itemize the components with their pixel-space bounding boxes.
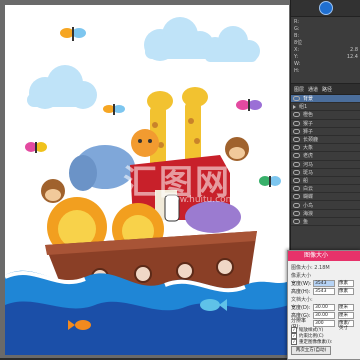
info-row: G:	[294, 26, 300, 32]
info-row: H:	[294, 68, 300, 74]
eye-icon[interactable]	[293, 210, 300, 216]
tab-paths[interactable]: 路径	[322, 86, 332, 93]
layer-row[interactable]: 狮子	[291, 128, 360, 136]
eye-icon[interactable]	[293, 186, 300, 192]
layer-row[interactable]: 大象	[291, 144, 360, 153]
doc-width-label: 宽度(D):	[291, 304, 311, 311]
dialog-body: 图像大小: 2.18M 像素大小 宽度(W): 3543 像素 高度(H): 3…	[288, 261, 360, 357]
doc-height-input[interactable]: 30.00	[313, 311, 335, 319]
resample-checkbox[interactable]: ✓ 重定图像像素(I):	[291, 339, 358, 345]
tiger	[131, 129, 159, 157]
tab-layers[interactable]: 图层	[294, 86, 304, 93]
height-row: 高度(H): 3543 像素	[291, 287, 358, 295]
butterfly-mid-left	[103, 104, 125, 115]
document-canvas-area[interactable]: 汇图网 www.huitu.com	[0, 0, 290, 358]
butterfly-right	[236, 99, 262, 111]
pixel-section-label: 像素大小	[291, 273, 312, 279]
layer-row[interactable]: 斑马	[291, 169, 360, 177]
resolution-unit-select[interactable]: 像素/英寸	[338, 319, 354, 331]
image-size-dialog: 图像大小 图像大小: 2.18M 像素大小 宽度(W): 3543 像素 高度(…	[287, 250, 360, 360]
eye-icon[interactable]	[293, 96, 300, 102]
image-size-line: 图像大小: 2.18M	[291, 265, 330, 271]
panel-top-bar	[291, 0, 360, 17]
width-unit-select[interactable]: 像素	[338, 279, 354, 287]
eye-icon[interactable]	[293, 194, 300, 200]
eye-icon[interactable]	[293, 161, 300, 167]
eye-icon[interactable]	[293, 177, 300, 183]
info-row: R:	[294, 19, 300, 25]
info-panel: R: G: B: 8位 X: 2.8 Y: 12.4 W: H:	[291, 17, 360, 77]
layer-row[interactable]: 鱼	[291, 218, 360, 226]
width-row: 宽度(W): 3543 像素	[291, 279, 358, 287]
resample-method-select[interactable]: 两次立方(自动)	[291, 346, 331, 355]
doc-width-row: 宽度(D): 30.00 厘米	[291, 303, 358, 311]
layer-row[interactable]: 组1	[291, 103, 360, 112]
layer-row[interactable]: 橙色	[291, 111, 360, 120]
eye-icon[interactable]	[293, 137, 300, 143]
eye-icon[interactable]	[293, 128, 300, 134]
eye-icon[interactable]	[293, 153, 300, 159]
info-row: X: 2.8	[294, 47, 358, 53]
eye-icon[interactable]	[293, 145, 300, 151]
layer-row[interactable]: 背景	[291, 95, 360, 104]
width-label: 宽度(W):	[291, 280, 312, 287]
doc-width-input[interactable]: 30.00	[313, 303, 335, 311]
layer-row[interactable]: 长颈鹿	[291, 136, 360, 145]
eye-icon[interactable]	[293, 218, 300, 224]
caret-right-icon[interactable]	[293, 104, 296, 109]
layer-row[interactable]: 船	[291, 177, 360, 186]
width-input[interactable]: 3543	[313, 279, 335, 287]
butterfly-left	[25, 142, 47, 153]
resolution-row: 分辨率(R): 300 像素/英寸	[291, 318, 358, 331]
doc-height-unit-select[interactable]: 厘米	[338, 311, 354, 319]
layer-row[interactable]: 海浪	[291, 210, 360, 218]
layer-row[interactable]: 白云	[291, 185, 360, 194]
eye-icon[interactable]	[293, 202, 300, 208]
cloud-left	[27, 65, 97, 109]
layer-row[interactable]: 河马	[291, 161, 360, 169]
doc-section-label: 文档大小:	[291, 297, 313, 303]
info-row: W:	[294, 61, 301, 67]
eye-icon[interactable]	[293, 169, 300, 175]
height-label: 高度(H):	[291, 288, 311, 295]
doc-width-unit-select[interactable]: 厘米	[338, 303, 354, 311]
monkey-left	[41, 179, 65, 203]
info-row: Y: 12.4	[294, 54, 358, 60]
layer-row[interactable]: 猴子	[291, 120, 360, 128]
layers-panel-tabs: 图层 通道 路径	[291, 83, 360, 95]
height-unit-select[interactable]: 像素	[338, 287, 354, 295]
layer-row[interactable]: 蝴蝶	[291, 193, 360, 202]
butterfly-right-low	[259, 176, 281, 187]
layer-row[interactable]: 老虎	[291, 152, 360, 161]
eye-icon[interactable]	[293, 120, 300, 126]
info-row: B:	[294, 33, 300, 39]
hippo	[185, 201, 241, 233]
eye-icon[interactable]	[293, 112, 300, 118]
cloud-right	[203, 26, 260, 62]
resolution-input[interactable]: 300	[313, 319, 335, 327]
layer-row[interactable]: 小鸟	[291, 201, 360, 210]
info-row: 8位	[294, 40, 303, 46]
check-icon: ✓	[291, 339, 297, 345]
butterfly-top-left	[60, 27, 86, 41]
dialog-title[interactable]: 图像大小	[288, 251, 360, 261]
tab-channels[interactable]: 通道	[308, 86, 318, 93]
artwork-canvas[interactable]: 汇图网 www.huitu.com	[5, 5, 289, 355]
layers-list: 背景 组1 橙色 猴子 狮子 长颈鹿 大象 老虎 河马 斑马 船 白云 蝴蝶 小…	[291, 95, 360, 226]
watermark-url: www.huitu.com	[165, 195, 235, 205]
capture-icon[interactable]	[319, 1, 333, 15]
height-input[interactable]: 3543	[313, 287, 335, 295]
